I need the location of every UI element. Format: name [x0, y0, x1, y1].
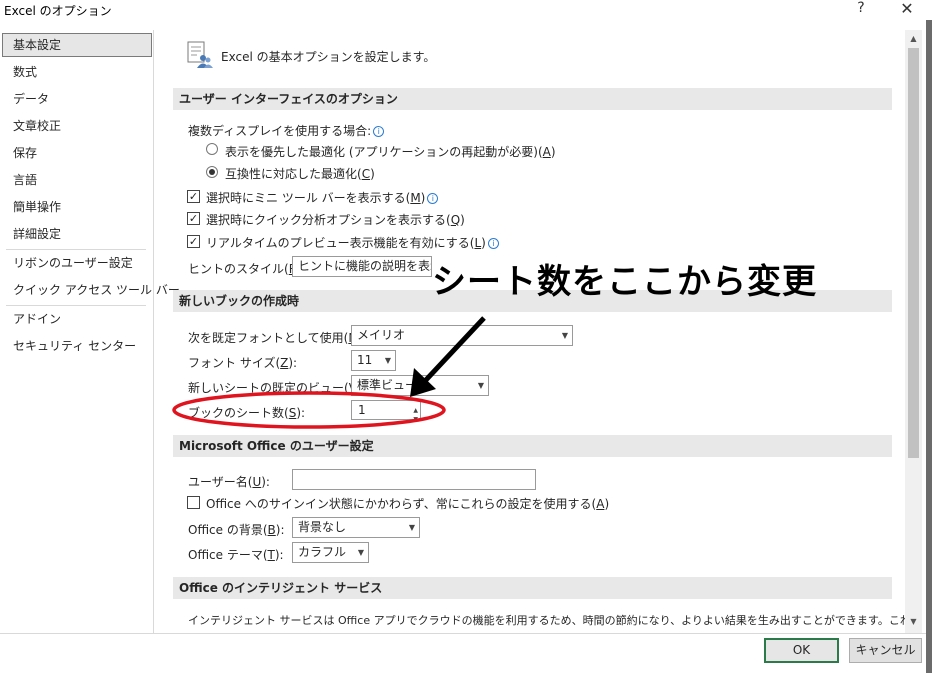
sidebar-item-addins[interactable]: アドイン: [2, 307, 152, 331]
radio-optimize-appearance[interactable]: [206, 143, 218, 155]
sidebar-item-customize-ribbon[interactable]: リボンのユーザー設定: [2, 251, 152, 275]
default-font-label: 次を既定フォントとして使用(N):: [188, 331, 366, 345]
sidebar-item-formulas[interactable]: 数式: [2, 60, 152, 84]
chevron-down-icon: ▼: [384, 356, 391, 365]
sidebar-item-data[interactable]: データ: [2, 87, 152, 111]
checkbox-live-preview[interactable]: ✓: [187, 235, 200, 248]
chevron-down-icon: ▼: [408, 523, 415, 532]
sidebar-item-general[interactable]: 基本設定: [2, 33, 152, 57]
window-title: Excel のオプション: [4, 4, 112, 18]
annotation-text: シート数をここから変更: [432, 262, 817, 302]
sidebar-divider: [6, 249, 146, 250]
checkbox-live-preview-label[interactable]: リアルタイムのプレビュー表示機能を有効にする(L) i: [206, 234, 499, 251]
checkbox-mini-toolbar-label[interactable]: 選択時にミニ ツール バーを表示する(M) i: [206, 189, 439, 206]
help-button[interactable]: ?: [850, 0, 872, 20]
checkbox-mini-toolbar[interactable]: ✓: [187, 190, 200, 203]
tooltip-style-label: ヒントのスタイル(R):: [188, 262, 306, 276]
radio-optimize-appearance-label[interactable]: 表示を優先した最適化 (アプリケーションの再起動が必要)(A): [225, 143, 556, 160]
office-theme-label: Office テーマ(T):: [188, 548, 284, 562]
title-bar: Excel のオプション ? ✕: [0, 0, 932, 20]
window-frame-edge: [926, 20, 932, 673]
section-intelligent-services: Office のインテリジェント サービス: [173, 577, 892, 599]
scroll-down-icon[interactable]: ▼: [905, 615, 922, 629]
sidebar-item-accessibility[interactable]: 簡単操作: [2, 195, 152, 219]
ok-button[interactable]: OK: [764, 638, 839, 663]
office-background-dropdown[interactable]: 背景なし ▼: [292, 517, 420, 538]
close-button[interactable]: ✕: [892, 0, 922, 19]
sidebar: 基本設定 数式 データ 文章校正 保存 言語 簡単操作 詳細設定 リボンのユーザ…: [0, 30, 180, 633]
default-font-dropdown[interactable]: メイリオ ▼: [351, 325, 573, 346]
checkbox-always-use-settings-label[interactable]: Office へのサインイン状態にかかわらず、常にこれらの設定を使用する(A): [206, 495, 609, 512]
cancel-button[interactable]: キャンセル: [849, 638, 922, 663]
chevron-down-icon: ▼: [561, 331, 568, 340]
sidebar-item-advanced[interactable]: 詳細設定: [2, 222, 152, 246]
info-icon[interactable]: i: [487, 238, 499, 249]
sheet-count-label: ブックのシート数(S):: [188, 406, 306, 420]
scrollbar-thumb[interactable]: [908, 48, 919, 458]
sidebar-item-quick-access-toolbar[interactable]: クイック アクセス ツール バー: [2, 278, 180, 302]
font-size-dropdown[interactable]: 11 ▼: [351, 350, 396, 371]
info-icon[interactable]: i: [373, 126, 385, 137]
office-theme-dropdown[interactable]: カラフル ▼: [292, 542, 369, 563]
checkbox-quick-analysis[interactable]: ✓: [187, 212, 200, 225]
scroll-up-icon[interactable]: ▲: [905, 32, 922, 46]
chevron-down-icon: ▼: [477, 381, 484, 390]
sheet-count-spinner[interactable]: 1 ▲ ▼: [351, 400, 421, 423]
section-ms-office-settings: Microsoft Office のユーザー設定: [173, 435, 892, 457]
intelligent-services-description: インテリジェント サービスは Office アプリでクラウドの機能を利用するため…: [188, 614, 905, 627]
chevron-down-icon: ▼: [357, 548, 364, 557]
username-input[interactable]: [292, 469, 536, 490]
dialog-footer: OK キャンセル: [0, 633, 926, 673]
spinner-down-icon[interactable]: ▼: [413, 411, 418, 429]
default-view-label: 新しいシートの既定のビュー(V):: [188, 381, 366, 395]
options-people-icon: [187, 41, 213, 68]
checkbox-quick-analysis-label[interactable]: 選択時にクイック分析オプションを表示する(Q): [206, 211, 465, 228]
checkbox-always-use-settings[interactable]: [187, 496, 200, 509]
sidebar-item-trust-center[interactable]: セキュリティ センター: [2, 334, 152, 358]
username-label: ユーザー名(U):: [188, 475, 270, 489]
font-size-label: フォント サイズ(Z):: [188, 356, 298, 370]
header-description: Excel の基本オプションを設定します。: [221, 50, 436, 64]
sidebar-divider: [6, 305, 146, 306]
options-content: Excel の基本オプションを設定します。 ユーザー インターフェイスのオプショ…: [155, 30, 905, 633]
sidebar-item-language[interactable]: 言語: [2, 168, 152, 192]
default-view-dropdown[interactable]: 標準ビュー ▼: [351, 375, 489, 396]
content-scrollbar[interactable]: ▲ ▼: [905, 30, 922, 633]
sidebar-item-proofing[interactable]: 文章校正: [2, 114, 152, 138]
section-ui-options: ユーザー インターフェイスのオプション: [173, 88, 892, 110]
radio-optimize-compat[interactable]: [206, 166, 218, 178]
multi-display-label: 複数ディスプレイを使用する場合: i: [188, 122, 385, 139]
office-background-label: Office の背景(B):: [188, 523, 285, 537]
radio-optimize-compat-label[interactable]: 互換性に対応した最適化(C): [225, 165, 375, 182]
info-icon[interactable]: i: [427, 193, 439, 204]
sidebar-item-save[interactable]: 保存: [2, 141, 152, 165]
tooltip-style-dropdown[interactable]: ヒントに機能の説明を表示す: [292, 256, 432, 277]
